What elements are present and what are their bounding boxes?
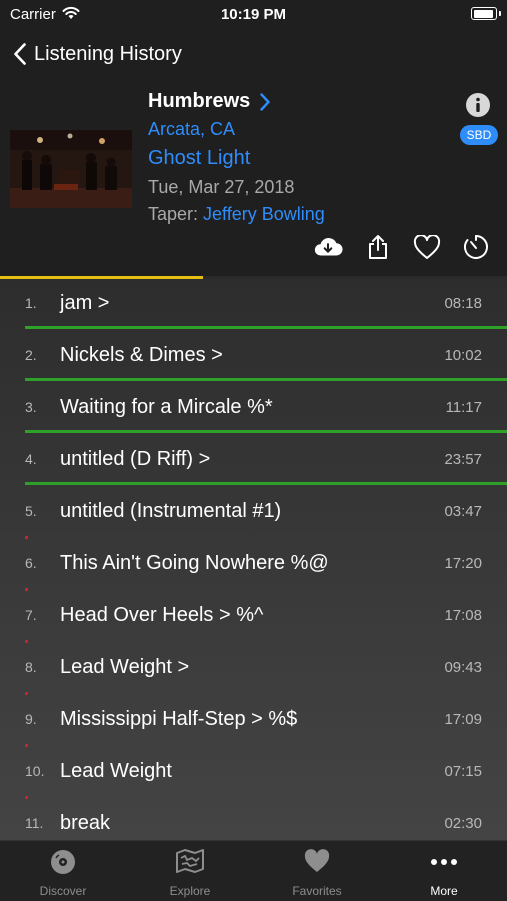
location-link[interactable]: Arcata, CA <box>148 119 235 140</box>
track-number: 10. <box>25 763 45 779</box>
track-row[interactable]: 1. jam > 08:18 <box>0 279 507 331</box>
track-row[interactable]: 6. This Ain't Going Nowhere %@ 17:20 <box>0 539 507 591</box>
track-number: 4. <box>25 451 37 467</box>
track-duration: 17:08 <box>444 607 482 624</box>
track-row[interactable]: 7. Head Over Heels > %^ 17:08 <box>0 591 507 643</box>
track-title: This Ain't Going Nowhere %@ <box>60 552 329 574</box>
track-number: 8. <box>25 659 37 675</box>
sleep-timer-button[interactable] <box>461 232 491 262</box>
back-button[interactable]: Listening History <box>14 39 182 69</box>
show-artwork <box>10 130 132 208</box>
share-icon <box>369 235 387 259</box>
track-row[interactable]: 4. untitled (D Riff) > 23:57 <box>0 435 507 487</box>
taper-label: Taper: <box>148 204 199 224</box>
tab-label-more: More <box>430 884 458 898</box>
track-duration: 07:15 <box>444 763 482 780</box>
track-duration: 11:17 <box>445 399 482 416</box>
track-number: 1. <box>25 295 37 311</box>
track-title: untitled (D Riff) > <box>60 448 211 470</box>
tab-label-explore: Explore <box>169 884 211 898</box>
track-title: Lead Weight <box>60 760 172 782</box>
track-row[interactable]: 5. untitled (Instrumental #1) 03:47 <box>0 487 507 539</box>
track-title: Head Over Heels > %^ <box>60 604 264 626</box>
track-progress-bar <box>25 378 507 381</box>
track-number: 11. <box>25 815 44 831</box>
track-number: 6. <box>25 555 37 571</box>
track-number: 7. <box>25 607 37 623</box>
track-title: Nickels & Dimes > <box>60 344 223 366</box>
tab-more[interactable]: More <box>381 841 507 901</box>
track-title: Mississippi Half-Step > %$ <box>60 708 298 730</box>
map-icon <box>176 849 204 873</box>
track-title: untitled (Instrumental #1) <box>60 500 282 522</box>
track-row[interactable]: 8. Lead Weight > 09:43 <box>0 643 507 695</box>
track-number: 9. <box>25 711 37 727</box>
battery-icon <box>471 7 501 20</box>
track-duration: 09:43 <box>444 659 482 676</box>
track-duration: 08:18 <box>444 295 482 312</box>
source-badge: SBD <box>460 125 498 145</box>
track-duration: 17:09 <box>444 711 482 728</box>
track-title: break <box>60 812 111 834</box>
show-header: Listening History Humbrews Arcata, CA Gh… <box>0 30 507 276</box>
band-name: Humbrews <box>148 90 251 112</box>
venue-link[interactable]: Ghost Light <box>148 147 250 170</box>
track-title: Lead Weight > <box>60 656 190 678</box>
tab-discover[interactable]: Discover <box>0 841 126 901</box>
status-bar: Carrier 10:19 PM <box>0 0 507 30</box>
track-list[interactable]: 1. jam > 08:18 2. Nickels & Dimes > 10:02 3. Wa… <box>0 279 507 840</box>
timer-icon <box>464 235 488 259</box>
track-number: 2. <box>25 347 37 363</box>
download-button[interactable] <box>313 232 343 262</box>
track-title: Waiting for a Mircale %* <box>60 396 273 418</box>
band-photo-icon <box>10 130 132 208</box>
share-button[interactable] <box>363 232 393 262</box>
ellipsis-icon <box>431 859 457 865</box>
track-row[interactable]: 9. Mississippi Half-Step > %$ 17:09 <box>0 695 507 747</box>
disc-icon <box>51 850 75 874</box>
track-number: 5. <box>25 503 37 519</box>
tab-explore[interactable]: Explore <box>127 841 253 901</box>
tab-label-favorites: Favorites <box>292 884 342 898</box>
track-progress-bar <box>25 326 507 329</box>
tab-label-discover: Discover <box>39 884 87 898</box>
track-row[interactable]: 2. Nickels & Dimes > 10:02 <box>0 331 507 383</box>
track-duration: 03:47 <box>444 503 482 520</box>
taper-name-link[interactable]: Jeffery Bowling <box>203 204 325 224</box>
download-icon <box>314 238 343 256</box>
track-title: jam > <box>60 292 110 314</box>
track-progress-bar <box>25 430 507 433</box>
track-duration: 17:20 <box>444 555 482 572</box>
show-date: Tue, Mar 27, 2018 <box>148 177 295 197</box>
band-name-link[interactable]: Humbrews <box>148 90 270 113</box>
track-row[interactable]: 3. Waiting for a Mircale %* 11:17 <box>0 383 507 435</box>
taper-line: Taper: Jeffery Bowling <box>148 204 325 225</box>
chevron-right-icon <box>260 92 270 111</box>
track-duration: 02:30 <box>444 815 482 832</box>
favorite-button[interactable] <box>412 232 442 262</box>
heart-icon <box>413 234 441 259</box>
track-duration: 23:57 <box>444 451 482 468</box>
track-row[interactable]: 10. Lead Weight 07:15 <box>0 747 507 799</box>
tab-bar: Discover Explore Favorites More <box>0 840 507 901</box>
track-row[interactable]: 11. break 02:30 <box>0 799 507 840</box>
back-label: Listening History <box>34 42 182 65</box>
heart-icon <box>304 849 330 872</box>
track-progress-bar <box>25 482 507 485</box>
tab-favorites[interactable]: Favorites <box>254 841 380 901</box>
track-duration: 10:02 <box>444 347 482 364</box>
info-icon[interactable] <box>465 92 491 118</box>
clock: 10:19 PM <box>220 6 287 23</box>
track-number: 3. <box>25 399 37 415</box>
chevron-left-icon <box>14 43 26 65</box>
